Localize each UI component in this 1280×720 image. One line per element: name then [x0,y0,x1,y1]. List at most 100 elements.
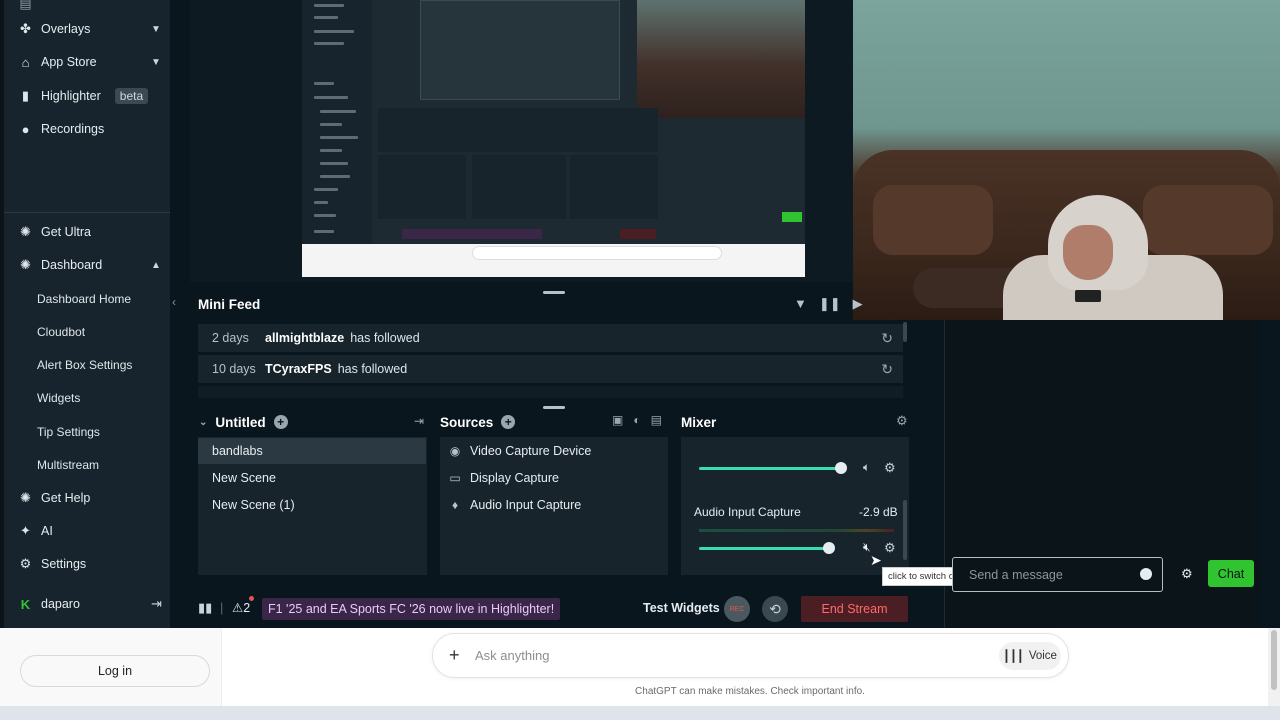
sidebar-sub-alert-box-settings[interactable]: Alert Box Settings [37,358,132,372]
sidebar-item-get-ultra[interactable]: ✺ Get Ultra [18,222,91,242]
sidebar-item-get-help[interactable]: ✺ Get Help [18,488,90,508]
sources-title: Sources [440,414,494,430]
resize-handle[interactable] [543,406,565,409]
chat-send-button[interactable]: Chat [1208,560,1254,587]
stats-icon[interactable]: ▮▮ [198,600,212,616]
sources-tools: ▣ ◐ ▤ [612,413,662,427]
feed-action: has followed [350,331,420,345]
add-source-icon[interactable]: + [501,415,516,429]
folder-icon[interactable]: ▤ [651,413,662,427]
sidebar-sub-dashboard-home[interactable]: Dashboard Home [37,292,131,306]
sidebar-item-label: Get Help [41,491,91,505]
kick-logo-icon: K [20,596,31,612]
volume-slider-knob[interactable] [835,462,847,474]
sidebar-divider [4,212,170,213]
chevron-down-icon: ▼ [151,23,161,35]
scene-item[interactable]: New Scene (1) [198,492,426,518]
sidebar-item-label: Get Ultra [41,225,92,239]
sidebar-item-label: Dashboard [41,258,103,272]
scene-item[interactable]: New Scene [198,465,426,491]
audio-meter [699,529,894,532]
replay-alert-icon[interactable]: ↻ [881,330,893,347]
collapse-sidebar-icon[interactable]: ‹ [172,295,176,309]
voice-button[interactable]: ┃┃┃ Voice [999,642,1061,670]
sidebar-sub-widgets[interactable]: Widgets [37,391,80,405]
feed-user: allmightblaze [265,331,345,345]
notification-count: 2 [243,601,251,615]
chat-settings-icon[interactable]: ⚙ [1181,566,1193,582]
mic-icon: ♦ [451,498,459,512]
source-item[interactable]: ♦ Audio Input Capture [448,495,581,515]
mixer-scrollbar[interactable] [903,500,907,560]
ask-input-box[interactable]: + Ask anything ┃┃┃ Voice [432,633,1069,678]
preview-nested-gpt [302,244,805,277]
sidebar-item-label: Settings [41,557,87,571]
help-icon: ✺ [20,490,31,505]
replay-alert-icon[interactable]: ↻ [881,361,893,378]
source-label: Video Capture Device [470,444,592,458]
user-profile[interactable]: K daparo ⇥ [18,594,162,614]
dashboard-icon: ✺ [20,257,31,272]
editor-icon: ▤ [19,0,32,11]
login-button[interactable]: Log in [20,655,210,687]
feed-row: 2 days allmightblaze has followed ↻ [198,324,903,352]
sidebar-sub-cloudbot[interactable]: Cloudbot [37,325,85,339]
sidebar-item-app-store[interactable]: ⌂ App Store ▼ [18,52,161,72]
volume-slider-knob[interactable] [823,542,835,554]
channel-settings-icon[interactable]: ⚙ [884,460,896,476]
source-item[interactable]: ◉ Video Capture Device [448,441,592,461]
mouse-cursor-icon: ➤ [870,552,882,568]
ultra-icon: ✺ [20,224,31,239]
speaker-icon[interactable]: 🔈︎ [863,460,870,475]
collapse-icon[interactable]: ⌄ [199,417,207,428]
gear-icon: ⚙ [19,556,32,571]
visibility-icon[interactable]: ◐ [633,413,640,427]
sidebar-item-highlighter[interactable]: ▮ Highlighter beta [18,86,149,106]
webcam-icon: ◉ [449,444,461,458]
pause-icon[interactable]: ❚❚ [819,296,841,312]
store-icon: ⌂ [21,54,30,70]
chat-placeholder: Send a message [969,567,1063,582]
record-button[interactable]: REC [724,596,750,622]
channel-settings-icon[interactable]: ⚙ [884,540,896,556]
sidebar-item-editor-partial[interactable]: ▤ [18,0,33,14]
voice-label: Voice [1028,650,1057,662]
emoji-icon[interactable] [1140,568,1152,580]
scene-item[interactable]: bandlabs [198,438,426,464]
volume-slider-2[interactable] [699,547,832,550]
replay-buffer-icon[interactable]: ⟲ [762,596,788,622]
sidebar-sub-multistream[interactable]: Multistream [37,458,99,472]
notifications-icon[interactable]: ⚠2 [232,600,250,615]
end-stream-button[interactable]: End Stream [801,596,908,622]
sidebar-item-dashboard[interactable]: ✺ Dashboard ▲ [18,255,161,275]
sidebar: ▤ ✤ Overlays ▼ ⌂ App Store ▼ ▮ Highlight… [0,0,170,628]
sidebar-item-settings[interactable]: ⚙ Settings [18,554,87,574]
chat-message-input[interactable]: Send a message [952,557,1163,592]
feed-scrollbar[interactable] [903,322,907,342]
preview-screen-capture [302,0,805,277]
mixer-settings-icon[interactable]: ⚙ [896,413,908,429]
recordings-icon: ● [21,121,30,137]
minifeed-header: Mini Feed ▼ ❚❚ ▶ [190,290,863,320]
source-item[interactable]: ▭ Display Capture [448,468,559,488]
add-scene-icon[interactable]: + [273,415,288,429]
play-icon[interactable]: ▶ [853,296,863,312]
sidebar-sub-tip-settings[interactable]: Tip Settings [37,425,100,439]
test-widgets-button[interactable]: Test Widgets [643,601,720,615]
sidebar-item-overlays[interactable]: ✤ Overlays ▼ [18,19,161,39]
scene-transition-icon[interactable]: ⇥ [414,414,424,428]
logout-icon[interactable]: ⇥ [151,596,162,612]
beta-badge: beta [114,88,149,104]
plus-icon[interactable]: + [449,645,460,666]
volume-slider-1[interactable] [699,467,844,470]
sidebar-item-ai[interactable]: ✦ AI [18,521,53,541]
overlays-icon: ✤ [20,21,31,36]
highlighter-promo[interactable]: F1 '25 and EA Sports FC '26 now live in … [262,598,561,620]
sidebar-item-recordings[interactable]: ● Recordings [18,119,105,139]
scene-layout-icon[interactable]: ▣ [612,413,623,427]
filter-icon[interactable]: ▼ [794,296,807,312]
mixer-title: Mixer [681,414,717,430]
minifeed-list: 2 days allmightblaze has followed ↻ 10 d… [198,322,908,398]
chatgpt-scrollbar[interactable] [1268,628,1280,706]
scene-collection-title[interactable]: Untitled [215,415,265,430]
